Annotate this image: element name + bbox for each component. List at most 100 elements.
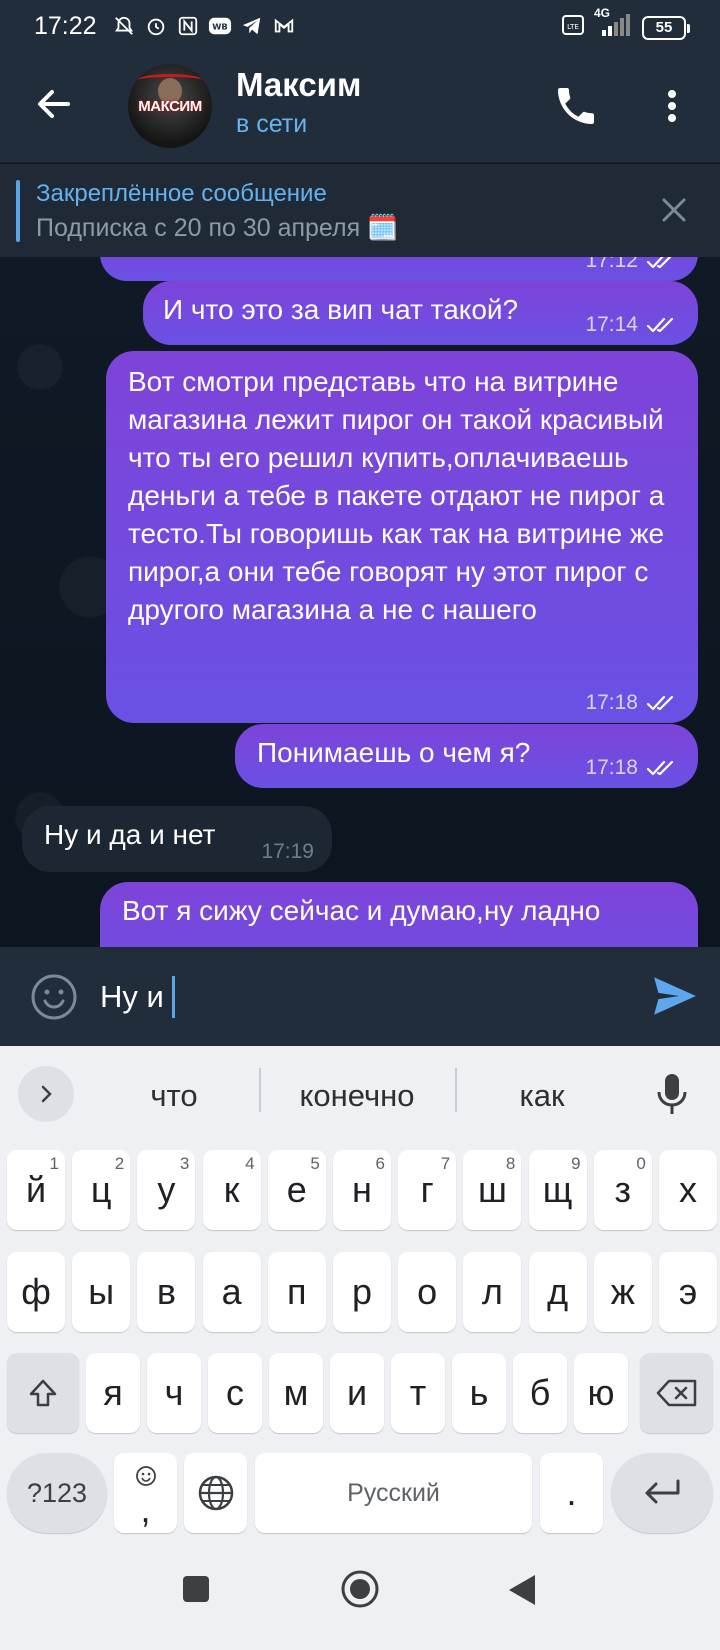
suggestion-3[interactable]: как <box>452 1078 632 1114</box>
key-а[interactable]: а <box>202 1252 261 1332</box>
telegram-icon <box>240 14 264 38</box>
message-time: 17:18 <box>585 756 638 779</box>
key-ы[interactable]: ы <box>72 1252 131 1332</box>
key-ю[interactable]: ю <box>574 1353 628 1433</box>
suggestion-2[interactable]: конечно <box>267 1078 447 1114</box>
message-input-value: Ну и <box>100 979 164 1014</box>
key-в[interactable]: в <box>137 1252 196 1332</box>
key-е[interactable]: е5 <box>267 1150 326 1230</box>
comma-key[interactable]: , <box>114 1453 177 1533</box>
key-л[interactable]: л <box>463 1252 522 1332</box>
language-key[interactable] <box>184 1453 247 1533</box>
key-д[interactable]: д <box>528 1252 587 1332</box>
message-text: Понимаешь о чем я? <box>257 737 531 768</box>
globe-icon <box>198 1475 233 1511</box>
key-т[interactable]: т <box>391 1353 445 1433</box>
key-о[interactable]: о <box>398 1252 457 1332</box>
key-ф[interactable]: ф <box>7 1252 65 1332</box>
message-time: 17:18 <box>585 691 638 714</box>
key-щ[interactable]: щ9 <box>528 1150 587 1230</box>
symbols-key[interactable]: ?123 <box>7 1453 107 1533</box>
key-ь[interactable]: ь <box>452 1353 506 1433</box>
message-time: 17:19 <box>261 840 314 863</box>
pinned-text: Подписка с 20 по 30 апреля 🗓️ <box>36 214 399 242</box>
message-list[interactable]: 17:12 И что это за вип чат такой? 17:14 … <box>0 257 720 947</box>
suggestion-1[interactable]: что <box>84 1078 264 1114</box>
double-check-icon <box>646 317 674 333</box>
message-text: Вот смотри представь что на витрине мага… <box>128 366 665 625</box>
key-и[interactable]: и <box>330 1353 384 1433</box>
key-х[interactable]: х <box>659 1150 717 1230</box>
key-б[interactable]: б <box>513 1353 567 1433</box>
text-caret <box>171 976 175 1018</box>
key-н[interactable]: н6 <box>333 1150 391 1230</box>
svg-text:WB: WB <box>212 22 227 32</box>
key-я[interactable]: я <box>86 1353 140 1433</box>
message-bubble-outgoing[interactable]: Вот я сижу сейчас и думаю,ну ладно <box>100 882 698 947</box>
chat-header: МАКСИМ Максим в сети <box>0 52 720 162</box>
message-time: 17:12 <box>585 257 638 272</box>
message-bubble-outgoing[interactable]: И что это за вип чат такой? 17:14 <box>143 281 698 345</box>
message-bubble-outgoing[interactable]: Вот смотри представь что на витрине мага… <box>106 351 698 723</box>
nfc-icon <box>176 14 200 38</box>
chevron-right-icon[interactable] <box>18 1066 74 1122</box>
key-у[interactable]: у3 <box>137 1150 196 1230</box>
pinned-indicator <box>16 180 20 242</box>
volte-icon: LTE <box>562 13 584 42</box>
message-text: Вот я сижу сейчас и думаю,ну ладно <box>122 895 601 926</box>
close-icon[interactable] <box>656 192 692 228</box>
message-bubble-outgoing[interactable]: 17:12 <box>100 257 698 281</box>
period-key[interactable]: . <box>540 1453 603 1533</box>
send-icon[interactable] <box>650 971 700 1021</box>
shift-key[interactable] <box>7 1353 79 1433</box>
pinned-message-bar[interactable]: Закреплённое сообщение Подписка с 20 по … <box>0 163 720 257</box>
message-bubble-incoming[interactable]: Ну и да и нет 17:19 <box>22 806 332 872</box>
status-bar: 17:22 WB LTE 4G 55 <box>0 0 720 52</box>
status-system-icons: LTE 4G 55 <box>562 6 690 43</box>
message-time: 17:14 <box>585 313 638 336</box>
key-э[interactable]: э <box>659 1252 717 1332</box>
key-ц[interactable]: ц2 <box>72 1150 131 1230</box>
key-ш[interactable]: ш8 <box>463 1150 522 1230</box>
enter-key[interactable] <box>611 1453 713 1533</box>
recents-icon[interactable] <box>180 1573 212 1610</box>
key-з[interactable]: з0 <box>593 1150 652 1230</box>
contact-status: в сети <box>236 110 308 138</box>
microphone-icon[interactable] <box>652 1070 692 1118</box>
enter-arrow-icon <box>645 1479 680 1504</box>
back-arrow-icon[interactable] <box>30 80 78 128</box>
system-navigation-bar <box>0 1535 720 1650</box>
network-type-label: 4G <box>594 6 611 20</box>
message-text: Ну и да и нет <box>44 819 216 850</box>
shift-arrow-icon <box>29 1379 57 1407</box>
key-п[interactable]: п <box>267 1252 326 1332</box>
home-icon[interactable] <box>340 1569 380 1614</box>
key-р[interactable]: р <box>333 1252 391 1332</box>
key-с[interactable]: с <box>208 1353 262 1433</box>
mute-bell-icon <box>112 14 136 38</box>
signal-icon: 4G <box>594 6 632 43</box>
emoji-icon[interactable] <box>30 973 78 1021</box>
contact-name[interactable]: Максим <box>236 66 361 104</box>
message-input[interactable]: Ну и <box>100 976 175 1018</box>
double-check-icon <box>646 257 672 269</box>
key-г[interactable]: г7 <box>398 1150 457 1230</box>
message-bubble-outgoing[interactable]: Понимаешь о чем я? 17:18 <box>235 724 698 788</box>
gmail-icon <box>272 14 296 38</box>
contact-avatar[interactable]: МАКСИМ <box>128 64 212 148</box>
back-triangle-icon[interactable] <box>506 1573 538 1612</box>
key-к[interactable]: к4 <box>202 1150 261 1230</box>
more-vertical-icon[interactable] <box>656 82 688 130</box>
space-key[interactable]: Русский <box>255 1453 532 1533</box>
backspace-icon <box>656 1379 696 1407</box>
suggestion-strip: что конечно как <box>0 1046 720 1146</box>
wb-app-icon: WB <box>208 14 232 38</box>
backspace-key[interactable] <box>640 1353 713 1433</box>
message-composer: Ну и <box>0 947 720 1046</box>
key-ч[interactable]: ч <box>147 1353 201 1433</box>
key-ж[interactable]: ж <box>593 1252 652 1332</box>
double-check-icon <box>646 760 674 776</box>
key-й[interactable]: й1 <box>7 1150 65 1230</box>
key-м[interactable]: м <box>269 1353 323 1433</box>
phone-call-icon[interactable] <box>552 82 600 130</box>
